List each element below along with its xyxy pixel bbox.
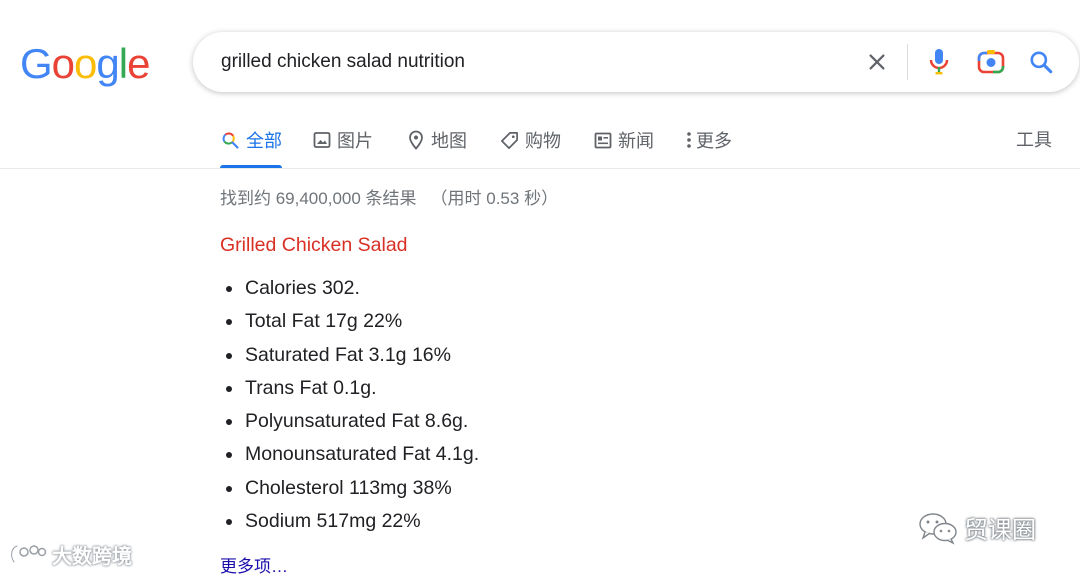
list-item: Cholesterol 113mg 38% [222, 472, 479, 505]
divider [907, 44, 908, 80]
logo-letter: g [96, 40, 119, 87]
result-count: 找到约 69,400,000 条结果 [220, 189, 417, 208]
list-item: Saturated Fat 3.1g 16% [222, 339, 479, 372]
tab-label: 图片 [337, 131, 373, 151]
header-divider [0, 168, 1080, 169]
tab-all[interactable]: 全部 [220, 120, 282, 160]
tab-label: 购物 [525, 131, 561, 151]
logo-letter: l [118, 40, 128, 87]
search-tabs: 全部 图片 地图 购物 新闻 更多 工具 [0, 120, 1080, 168]
newspaper-icon [594, 132, 612, 149]
microphone-icon[interactable] [921, 32, 957, 92]
tab-more[interactable]: 更多 [686, 120, 732, 160]
list-item: Sodium 517mg 22% [222, 505, 479, 538]
tab-images[interactable]: 图片 [313, 120, 373, 160]
tab-maps[interactable]: 地图 [407, 120, 467, 160]
snippet-title[interactable]: Grilled Chicken Salad [220, 234, 408, 257]
logo-letter: o [51, 40, 75, 87]
watermark-text: 大数跨境 [52, 546, 132, 568]
list-item: Monounsaturated Fat 4.1g. [222, 438, 479, 471]
camera-lens-icon[interactable] [971, 32, 1011, 92]
watermark-text: 贸课圈 [964, 517, 1036, 544]
watermark-right: 贸课圈 [918, 510, 1036, 545]
search-box[interactable]: grilled chicken salad nutrition [193, 32, 1079, 92]
search-input[interactable]: grilled chicken salad nutrition [221, 32, 465, 92]
search-icon[interactable] [1021, 32, 1061, 92]
watermark-logo-icon [8, 542, 48, 568]
image-icon [313, 131, 331, 149]
list-item: Total Fat 17g 22% [222, 305, 479, 338]
result-stats: 找到约 69,400,000 条结果 （用时 0.53 秒） [220, 184, 558, 209]
watermark-left: 大数跨境 [8, 540, 132, 569]
list-item: Trans Fat 0.1g. [222, 372, 479, 405]
more-vert-icon [686, 131, 692, 149]
tab-label: 新闻 [618, 131, 654, 151]
google-logo[interactable]: G o o g l e [20, 40, 150, 87]
tab-label: 全部 [246, 131, 282, 151]
wechat-icon [918, 511, 958, 545]
close-icon[interactable] [857, 32, 897, 92]
search-icon [220, 130, 240, 150]
tab-label: 地图 [431, 131, 467, 151]
tag-icon [500, 131, 519, 150]
more-items-link[interactable]: 更多项… [220, 552, 288, 577]
tab-shopping[interactable]: 购物 [500, 120, 561, 160]
tools-button[interactable]: 工具 [1016, 120, 1052, 160]
logo-letter: e [127, 40, 150, 87]
logo-letter: G [20, 40, 53, 87]
logo-letter: o [74, 40, 97, 87]
nutrition-list: Calories 302. Total Fat 17g 22% Saturate… [222, 272, 479, 538]
list-item: Calories 302. [222, 272, 479, 305]
result-time: （用时 0.53 秒） [430, 189, 559, 208]
list-item: Polyunsaturated Fat 8.6g. [222, 405, 479, 438]
map-pin-icon [407, 130, 425, 150]
tab-news[interactable]: 新闻 [594, 120, 654, 160]
tab-label: 更多 [696, 131, 732, 151]
